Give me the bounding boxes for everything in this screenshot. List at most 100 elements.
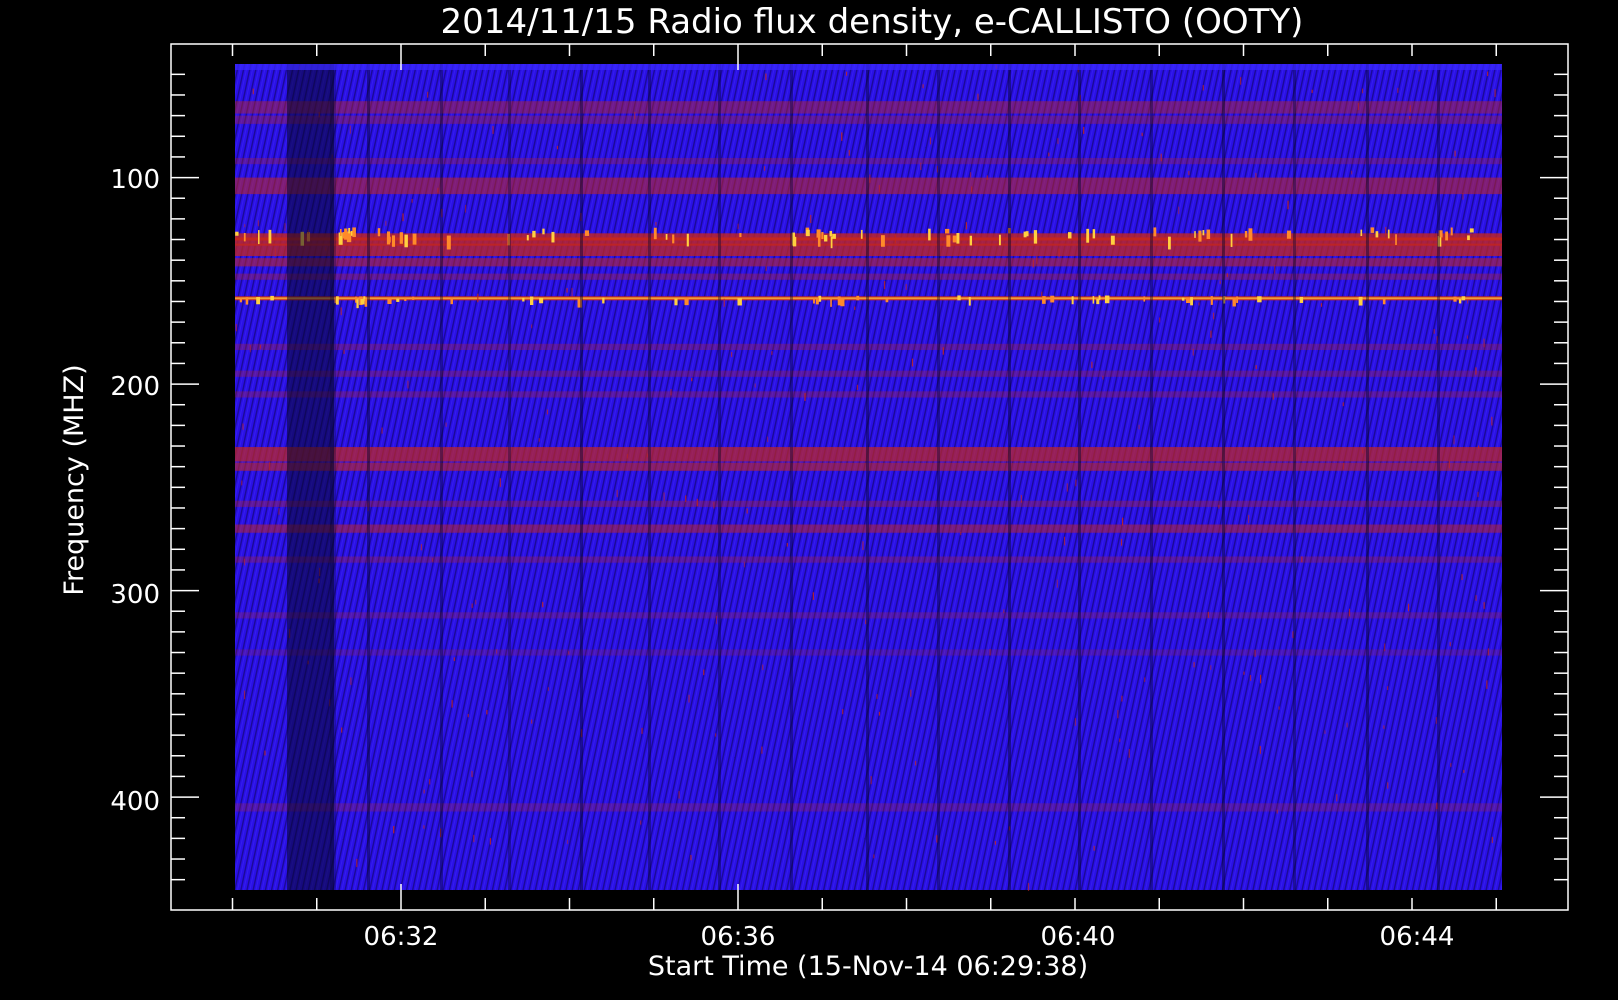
speckle	[407, 380, 409, 389]
speckle	[1074, 718, 1077, 726]
burst	[1387, 229, 1390, 239]
speckle	[609, 233, 611, 237]
burst	[235, 231, 239, 236]
y-tick-label-400: 400	[110, 787, 160, 817]
speckle	[566, 839, 569, 844]
speckle	[765, 265, 767, 272]
speckle	[1117, 710, 1119, 719]
speckle	[970, 172, 972, 178]
burst	[653, 227, 657, 240]
top-stripe	[235, 64, 1502, 70]
speckle	[1121, 695, 1123, 702]
burst	[529, 296, 534, 306]
speckle	[1020, 495, 1022, 503]
burst	[1453, 296, 1457, 302]
burst	[1395, 234, 1397, 245]
dark-column	[937, 64, 940, 890]
speckle	[402, 213, 404, 222]
dark-column	[440, 64, 443, 890]
speckle	[1254, 649, 1256, 657]
y-tick-label-200: 200	[110, 372, 160, 402]
burst	[1299, 296, 1304, 303]
speckle	[1119, 738, 1121, 743]
burst	[1110, 235, 1115, 245]
speckle	[284, 223, 286, 232]
speckle	[259, 344, 262, 349]
speckle	[1036, 256, 1038, 264]
speckle	[244, 224, 246, 228]
speckle	[431, 558, 434, 562]
burst	[1067, 232, 1072, 239]
speckle	[1386, 686, 1389, 691]
burst	[258, 230, 260, 245]
speckle	[1255, 365, 1257, 370]
speckle	[268, 462, 271, 470]
burst	[1086, 228, 1090, 243]
speckle	[1041, 291, 1043, 298]
speckle	[423, 789, 425, 794]
burst	[1092, 229, 1096, 239]
burst	[364, 298, 368, 307]
speckle	[922, 84, 924, 89]
speckle	[1397, 87, 1399, 93]
burst	[1168, 236, 1171, 250]
speckle	[486, 709, 488, 715]
dark-column	[1293, 64, 1296, 890]
speckle	[1141, 132, 1143, 137]
speckle	[1219, 280, 1221, 285]
burst	[829, 230, 833, 237]
speckle	[1461, 574, 1463, 581]
speckle	[873, 854, 875, 859]
speckle	[703, 669, 705, 676]
speckle	[381, 427, 383, 434]
speckle	[1491, 416, 1493, 426]
speckle	[842, 506, 844, 510]
speckle	[688, 694, 690, 703]
speckle	[429, 778, 431, 785]
speckle	[1003, 609, 1005, 614]
burst	[1033, 230, 1038, 244]
burst	[1186, 297, 1191, 304]
speckle	[1240, 77, 1242, 85]
speckle	[1032, 259, 1034, 268]
burst	[885, 299, 889, 303]
speckle	[1361, 88, 1364, 94]
burst	[1382, 298, 1386, 305]
burst	[1232, 297, 1236, 307]
speckle	[812, 592, 814, 600]
speckle	[556, 145, 559, 150]
speckle	[1260, 674, 1262, 684]
burst	[1467, 235, 1470, 241]
speckle	[762, 664, 764, 671]
speckle	[1027, 882, 1030, 891]
speckle	[626, 454, 629, 459]
burst	[1461, 296, 1466, 301]
x-tick-label-0644: 06:44	[1380, 922, 1455, 952]
speckle	[420, 544, 423, 551]
speckle	[571, 287, 573, 297]
speckle	[1348, 608, 1351, 617]
speckle	[763, 166, 766, 171]
speckle	[1160, 153, 1162, 162]
speckle	[634, 112, 636, 120]
burst	[1210, 296, 1213, 305]
speckle	[1477, 491, 1479, 498]
speckle	[471, 770, 473, 778]
speckle	[641, 727, 643, 734]
speckle	[1192, 348, 1194, 356]
speckle	[1311, 89, 1313, 93]
speckle	[1475, 595, 1477, 602]
speckle	[723, 298, 725, 307]
burst	[1023, 231, 1027, 238]
burst	[1050, 295, 1055, 303]
burst	[352, 227, 356, 238]
speckle	[1466, 335, 1469, 339]
speckle	[761, 746, 763, 754]
speckle	[1342, 402, 1344, 407]
speckle	[1058, 248, 1060, 258]
burst	[1248, 228, 1253, 241]
speckle	[423, 825, 425, 829]
speckle	[1486, 71, 1489, 77]
burst	[1143, 296, 1146, 302]
speckle	[542, 601, 544, 608]
